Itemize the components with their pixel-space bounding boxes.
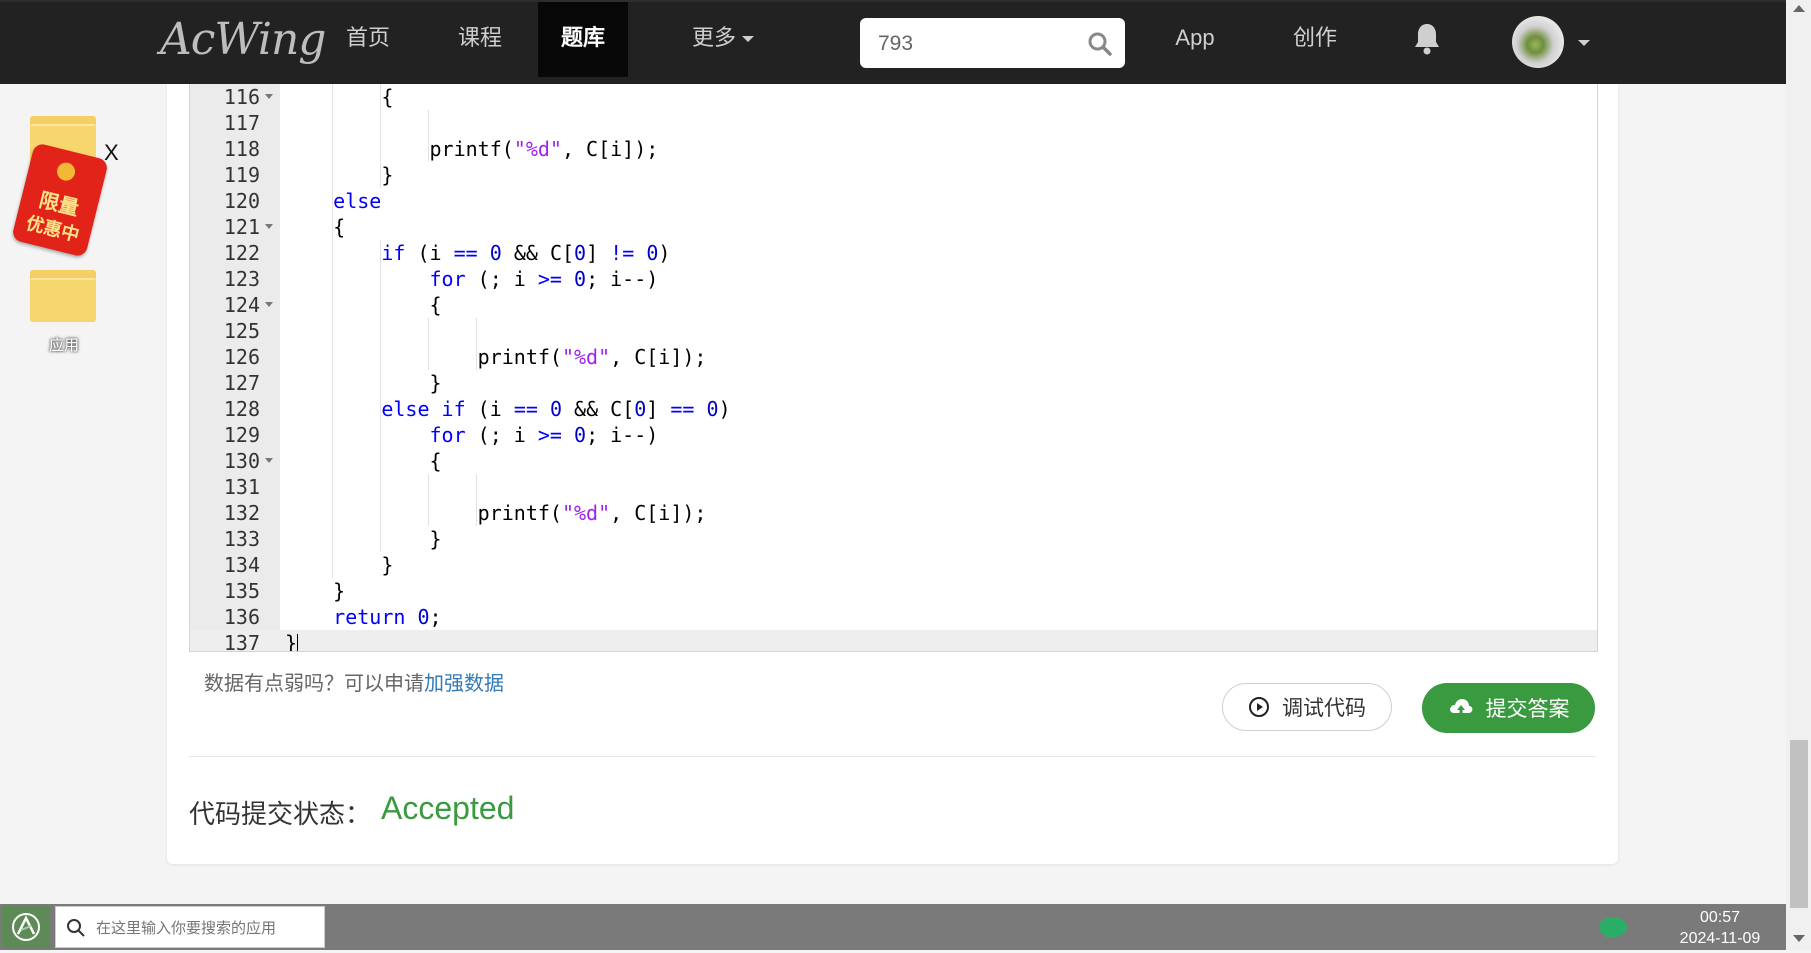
- code-line[interactable]: 125: [190, 318, 1597, 344]
- line-number: 136: [223, 605, 260, 629]
- line-number: 135: [223, 579, 260, 603]
- code-line[interactable]: 135 }: [190, 578, 1597, 604]
- code-line[interactable]: 119 }: [190, 162, 1597, 188]
- user-avatar[interactable]: [1512, 16, 1564, 68]
- nav-more-label: 更多: [691, 25, 736, 50]
- line-number: 133: [223, 527, 260, 551]
- code-line[interactable]: 134 }: [190, 552, 1597, 578]
- fold-arrow-icon[interactable]: [265, 224, 273, 229]
- nav-item-more[interactable]: 更多: [668, 2, 778, 77]
- line-number: 137: [223, 631, 260, 652]
- code-line[interactable]: 133 }: [190, 526, 1597, 552]
- promo-close-button[interactable]: X: [104, 140, 119, 166]
- hint-text: 数据有点弱吗？可以申请: [204, 673, 424, 695]
- bell-icon[interactable]: [1413, 22, 1441, 56]
- start-button[interactable]: [2, 906, 50, 948]
- nav-item-courses[interactable]: 课程: [430, 2, 530, 77]
- nav-item-create[interactable]: 创作: [1280, 2, 1350, 77]
- chevron-down-icon: [742, 36, 754, 43]
- line-number: 118: [223, 137, 260, 161]
- nav-item-home[interactable]: 首页: [318, 2, 418, 77]
- submit-answer-button[interactable]: 提交答案: [1422, 683, 1595, 733]
- chevron-down-icon[interactable]: [1578, 40, 1590, 46]
- system-clock[interactable]: 00:57 2024-11-09: [1640, 907, 1800, 949]
- line-number: 120: [223, 189, 260, 213]
- scroll-up-arrow-icon[interactable]: [1793, 5, 1805, 12]
- code-line[interactable]: 129 for (; i >= 0; i--): [190, 422, 1597, 448]
- top-navbar: AcWing 首页 课程 题库 更多 App 创作: [0, 0, 1786, 84]
- cloud-upload-icon: [1449, 699, 1472, 717]
- code-line[interactable]: 136 return 0;: [190, 604, 1597, 630]
- line-number: 132: [223, 501, 260, 525]
- problem-panel: 116 { 117 118 printf("%d", C[i]); 119 } …: [167, 84, 1618, 864]
- fold-arrow-icon[interactable]: [265, 302, 273, 307]
- line-number: 119: [223, 163, 260, 187]
- search-box[interactable]: [860, 18, 1125, 68]
- promo-red-envelope[interactable]: 限量 优惠中: [11, 142, 109, 258]
- site-logo[interactable]: AcWing: [160, 10, 326, 70]
- wechat-icon[interactable]: [1598, 916, 1628, 940]
- code-line[interactable]: 121 {: [190, 214, 1597, 240]
- line-number: 128: [223, 397, 260, 421]
- start-logo-icon: [12, 913, 40, 941]
- code-line[interactable]: 117: [190, 110, 1597, 136]
- debug-code-button[interactable]: 调试代码: [1222, 683, 1392, 731]
- line-number: 117: [223, 111, 260, 135]
- code-line[interactable]: 116 {: [190, 84, 1597, 110]
- submission-status-label: 代码提交状态：: [189, 799, 372, 829]
- line-number: 134: [223, 553, 260, 577]
- line-number: 123: [223, 267, 260, 291]
- line-number: 124: [223, 293, 260, 317]
- search-icon[interactable]: [1087, 31, 1113, 57]
- taskbar: [0, 904, 1786, 950]
- code-line[interactable]: 130 {: [190, 448, 1597, 474]
- fold-arrow-icon[interactable]: [265, 458, 273, 463]
- divider: [189, 756, 1596, 757]
- clock-time: 00:57: [1699, 909, 1741, 926]
- code-line[interactable]: 122 if (i == 0 && C[0] != 0): [190, 240, 1597, 266]
- code-line[interactable]: 131: [190, 474, 1597, 500]
- search-input[interactable]: [876, 30, 1070, 58]
- line-number: 129: [223, 423, 260, 447]
- line-number: 127: [223, 371, 260, 395]
- code-line[interactable]: 123 for (; i >= 0; i--): [190, 266, 1597, 292]
- taskbar-search-input[interactable]: [94, 917, 318, 939]
- code-line[interactable]: 126 printf("%d", C[i]);: [190, 344, 1597, 370]
- scrollbar-thumb[interactable]: [1790, 740, 1808, 908]
- code-line[interactable]: 120 else: [190, 188, 1597, 214]
- line-number: 126: [223, 345, 260, 369]
- search-icon: [67, 919, 85, 937]
- play-circle-icon: [1249, 697, 1269, 717]
- line-number: 131: [223, 475, 260, 499]
- fold-arrow-icon[interactable]: [265, 94, 273, 99]
- data-hint: 数据有点弱吗？可以申请加强数据: [204, 667, 504, 696]
- code-line[interactable]: 118 printf("%d", C[i]);: [190, 136, 1597, 162]
- desktop-folder-label: 应用: [48, 337, 79, 354]
- code-line[interactable]: 132 printf("%d", C[i]);: [190, 500, 1597, 526]
- debug-code-label: 调试代码: [1282, 697, 1366, 720]
- code-line[interactable]: 127 }: [190, 370, 1597, 396]
- strengthen-data-link[interactable]: 加强数据: [424, 673, 504, 695]
- code-editor[interactable]: 116 { 117 118 printf("%d", C[i]); 119 } …: [189, 84, 1598, 652]
- submit-answer-label: 提交答案: [1485, 698, 1570, 721]
- line-number: 122: [223, 241, 260, 265]
- line-number: 130: [223, 449, 260, 473]
- line-number: 125: [223, 319, 260, 343]
- clock-date: 2024-11-09: [1679, 930, 1761, 947]
- text-cursor: [297, 633, 299, 651]
- nav-item-app[interactable]: App: [1160, 2, 1230, 77]
- nav-item-problems[interactable]: 题库: [538, 2, 628, 77]
- submission-status-value: Accepted: [381, 790, 515, 826]
- code-line-active[interactable]: 137}: [190, 630, 1597, 652]
- desktop-app-folder-icon[interactable]: [30, 270, 96, 322]
- code-line[interactable]: 128 else if (i == 0 && C[0] == 0): [190, 396, 1597, 422]
- taskbar-search-box[interactable]: [55, 906, 325, 948]
- coin-icon: [55, 160, 77, 183]
- line-number: 121: [223, 215, 260, 239]
- line-number: 116: [223, 85, 260, 109]
- code-line[interactable]: 124 {: [190, 292, 1597, 318]
